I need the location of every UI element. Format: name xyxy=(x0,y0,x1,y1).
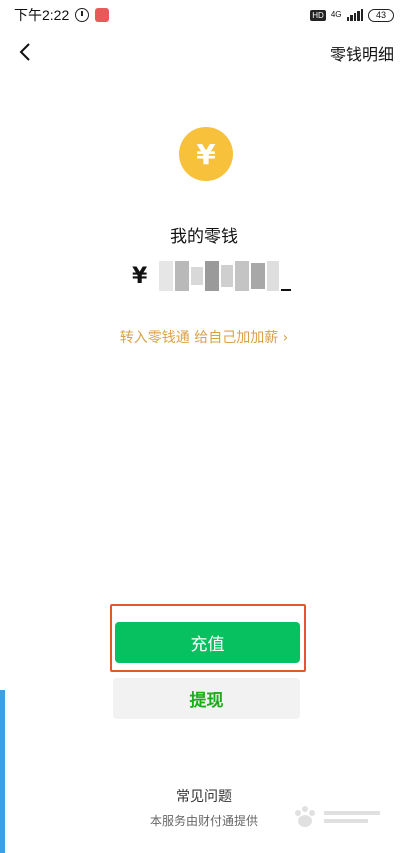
app-badge-icon xyxy=(95,8,110,22)
battery-icon: 43 xyxy=(368,8,394,22)
balance-row: ¥ xyxy=(132,256,292,296)
status-left: 下午2:22 xyxy=(14,5,110,25)
balance-masked xyxy=(159,261,292,291)
page-title: 我的零钱 xyxy=(170,227,238,247)
nav-bar: 零钱明细 xyxy=(0,30,408,74)
currency-symbol: ¥ xyxy=(132,263,148,289)
faq-link[interactable]: 常见问题 xyxy=(0,786,408,806)
recharge-button[interactable]: 充值 xyxy=(115,622,300,663)
chevron-left-icon[interactable] xyxy=(18,42,34,62)
promo-link[interactable]: 转入零钱通 给自己加加薪 › xyxy=(0,327,408,347)
network-label: 4G xyxy=(330,10,342,19)
watermark-logo xyxy=(295,806,380,827)
hd-indicator: HD xyxy=(310,9,326,21)
status-right: HD 4G 43 xyxy=(310,8,394,22)
status-bar: 下午2:22 HD 4G 43 xyxy=(0,0,408,30)
signal-icon xyxy=(346,9,363,21)
left-edge-bar xyxy=(0,690,5,853)
coin-symbol: ¥ xyxy=(196,137,216,171)
change-details-link[interactable]: 零钱明细 xyxy=(330,41,394,65)
yen-coin-icon: ¥ xyxy=(179,127,233,181)
withdraw-button[interactable]: 提现 xyxy=(113,678,300,719)
alarm-icon xyxy=(75,8,90,22)
status-time: 下午2:22 xyxy=(14,7,70,23)
